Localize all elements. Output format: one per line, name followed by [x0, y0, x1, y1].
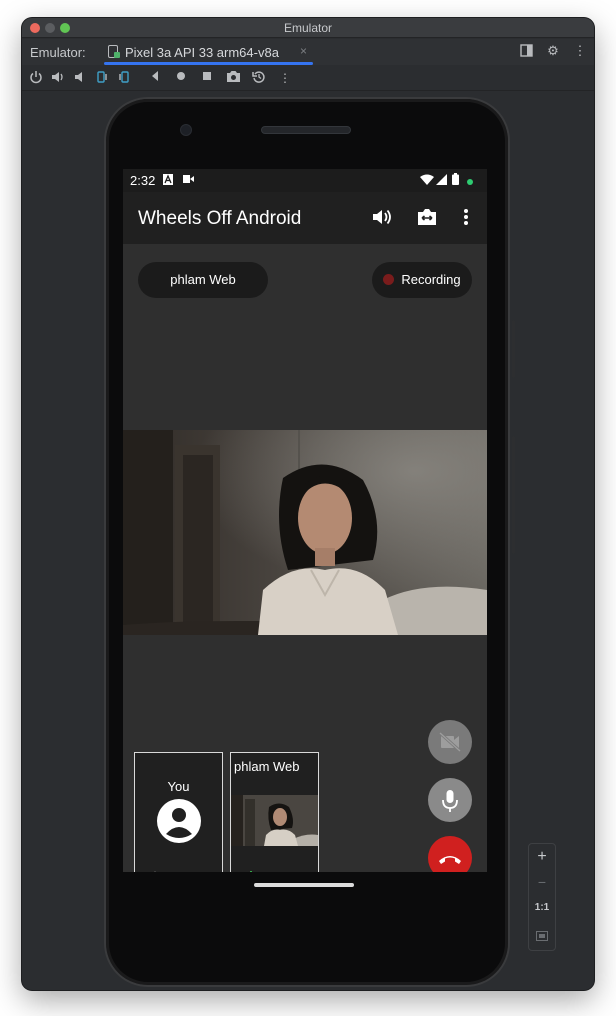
earpiece-speaker	[261, 126, 351, 134]
mic-icon	[442, 790, 458, 812]
zoom-in-button[interactable]: +	[529, 848, 555, 866]
zoom-out-button[interactable]: −	[529, 874, 555, 890]
front-camera	[180, 124, 192, 136]
status-bar: 2:32	[123, 169, 487, 192]
mic-toggle-button[interactable]	[428, 778, 472, 822]
overflow-menu-icon[interactable]	[455, 208, 477, 231]
recording-label: Recording	[401, 272, 461, 287]
wifi-icon	[420, 174, 434, 188]
more-icon[interactable]: ⋮	[573, 44, 587, 58]
video-notification-icon	[183, 175, 194, 186]
device-tab-bar: Emulator: Pixel 3a API 33 arm64-v8a × ⚙ …	[22, 39, 594, 65]
home-icon[interactable]	[173, 70, 189, 86]
video-toggle-button[interactable]	[428, 720, 472, 764]
notification-a-icon	[163, 174, 173, 188]
power-icon[interactable]	[28, 70, 44, 86]
remote-video-feed	[123, 430, 487, 635]
recording-pill[interactable]: Recording	[372, 262, 472, 298]
avatar-icon	[156, 798, 202, 847]
remote-thumbnail-video	[231, 795, 318, 846]
tab-close-icon[interactable]: ×	[300, 44, 307, 58]
actual-size-button[interactable]: 1:1	[529, 902, 555, 913]
tab-pixel-3a[interactable]: Pixel 3a API 33 arm64-v8a ×	[104, 39, 313, 65]
app-title: Wheels Off Android	[138, 208, 302, 229]
gesture-nav-bar	[123, 872, 487, 896]
tab-prefix-label: Emulator:	[30, 45, 86, 60]
device-icon	[108, 45, 120, 58]
home-gesture-handle[interactable]	[254, 883, 354, 887]
title-bar: Emulator	[22, 18, 594, 38]
overview-icon[interactable]	[199, 70, 215, 86]
snapshot-icon[interactable]	[251, 70, 267, 86]
privacy-indicator-dot	[467, 177, 473, 188]
local-participant-tile[interactable]: You	[134, 752, 223, 889]
window-mode-icon[interactable]	[519, 44, 533, 58]
rotate-left-icon[interactable]	[94, 70, 110, 86]
gear-icon[interactable]: ⚙	[546, 44, 560, 58]
volume-down-icon[interactable]	[72, 70, 88, 86]
remote-video-image	[123, 430, 487, 635]
cell-signal-icon	[436, 174, 447, 188]
local-participant-label: You	[167, 779, 190, 794]
rotate-right-icon[interactable]	[116, 70, 132, 86]
volume-side-button	[512, 436, 515, 554]
remote-participant-tile[interactable]: phlam Web	[230, 752, 319, 889]
power-side-button	[512, 320, 515, 378]
video-off-icon	[438, 731, 462, 753]
volume-up-icon[interactable]	[50, 70, 66, 86]
phone-screen: 2:32 Wheels Off Android phlam Web Record…	[123, 169, 487, 896]
recording-dot-icon	[383, 274, 395, 285]
back-icon[interactable]	[147, 70, 163, 86]
switch-camera-icon[interactable]	[416, 208, 438, 231]
speaker-icon[interactable]	[371, 208, 393, 231]
app-bar: Wheels Off Android	[123, 192, 487, 244]
window-title: Emulator	[283, 21, 333, 35]
tab-label: Pixel 3a API 33 arm64-v8a	[125, 45, 279, 60]
participant-name-pill[interactable]: phlam Web	[138, 262, 268, 298]
status-time: 2:32	[130, 173, 156, 188]
fit-screen-icon[interactable]	[529, 928, 555, 944]
emulator-toolbar: ⋮	[22, 65, 594, 91]
battery-icon	[452, 173, 459, 188]
more-vertical-icon[interactable]: ⋮	[277, 70, 293, 86]
screenshot-icon[interactable]	[225, 70, 241, 86]
zoom-panel: + − 1:1	[528, 843, 556, 951]
remote-participant-label: phlam Web	[234, 759, 300, 774]
